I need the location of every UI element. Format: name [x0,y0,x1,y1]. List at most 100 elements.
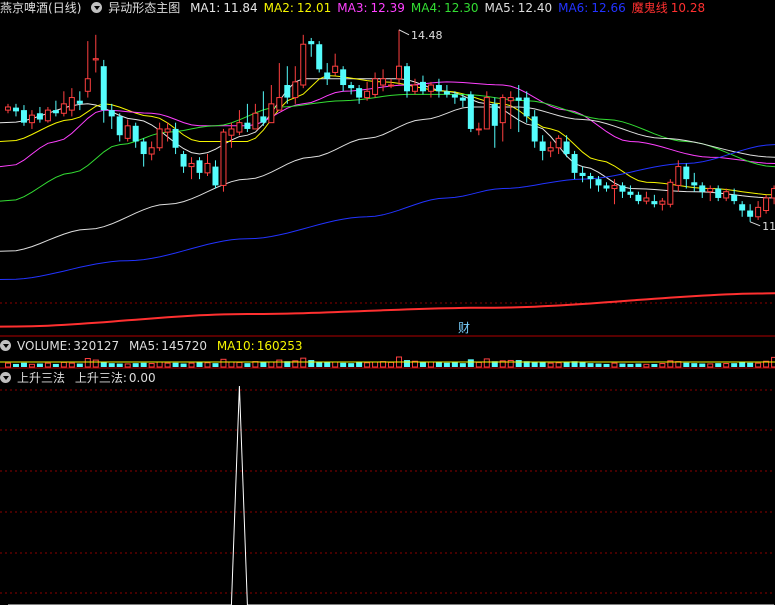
candle-body [372,78,379,95]
volume-bar [180,363,187,367]
volume-bar [100,362,107,367]
candle-body [515,97,522,101]
candle [771,185,775,205]
volume-bar [124,363,131,368]
candle-body [443,91,450,95]
candle [76,91,83,111]
candle [108,103,115,129]
volume-bar [204,362,211,368]
candle [68,88,75,117]
candle [651,194,658,208]
volume-bar [539,362,546,367]
candle [699,182,706,198]
candle-body [555,137,562,149]
candle-body [196,160,203,173]
volume-bar [643,363,650,368]
candle [156,122,163,151]
ma-line-MA5 [0,106,775,252]
candle-body [132,125,139,142]
candle [140,138,147,167]
volume-bar [260,362,267,367]
candle-body [611,184,618,190]
candle [52,100,59,117]
candle-body [587,176,594,180]
candle [715,185,722,202]
candle-body [411,84,418,92]
candle-body [731,194,738,202]
chart-canvas[interactable]: 14.48 11.42 财 [0,0,775,605]
candle-body [276,97,283,111]
volume-bar [595,363,602,367]
candle [683,163,690,189]
candle-body [635,194,642,202]
candle [236,110,243,136]
volume-bar [731,363,738,367]
candle-body [755,206,762,218]
candle-body [356,88,363,98]
candle-body [5,106,11,111]
volume-bar [220,358,227,368]
candle [763,194,770,214]
candle [427,81,434,98]
candle-body [667,181,674,205]
candle-body [659,200,666,205]
candle [372,72,379,98]
volume-bar [108,363,115,367]
candle-body [388,84,395,87]
volume-bar [148,363,155,368]
candle [396,29,403,86]
candle [467,91,474,133]
candle-body [28,114,35,124]
volume-bar [140,362,147,367]
candle [324,63,331,86]
candle [659,197,666,211]
candle [276,63,283,111]
volume-bar [427,361,434,368]
ma-line-MA3 [0,81,775,168]
volume-bar [332,361,339,368]
candle-body [459,97,466,101]
volume-bar [459,363,466,367]
candle [579,166,586,183]
candle [747,204,754,222]
finance-marker: 财 [458,321,470,335]
candle-body [523,97,530,117]
candle [100,59,107,123]
volume-bar [60,361,67,368]
candle [619,182,626,198]
candle-body [244,122,251,129]
candle-body [76,100,83,104]
candle-body [491,103,498,126]
candle-body [292,81,299,99]
candle [555,135,562,155]
candle [132,122,139,148]
candle [667,179,674,208]
price-labels: 14.48 11.42 财 [398,29,775,335]
volume-bar [627,363,634,367]
volume-bar [156,361,163,368]
volume-bar [244,363,251,367]
candle [12,103,19,117]
low-price-label: 11.42 [762,220,775,233]
candle-body [499,97,506,124]
candle [188,157,195,180]
candle [380,69,387,92]
candle-body [220,131,227,186]
candle [212,160,219,189]
ma-line-魔鬼线 [0,292,775,328]
candle [348,81,355,95]
candle [507,91,514,129]
candle [332,53,339,76]
candle-body [124,125,131,139]
signal-line [8,385,775,605]
candle [316,41,323,73]
volume-bar [68,362,75,368]
volume-bar [348,363,355,367]
candle [204,154,211,176]
volume-bar [196,362,203,367]
volume-bar [340,362,347,367]
candle [244,103,251,133]
candle-body [316,44,323,70]
candle-body [675,166,682,186]
candle-body [435,85,442,92]
